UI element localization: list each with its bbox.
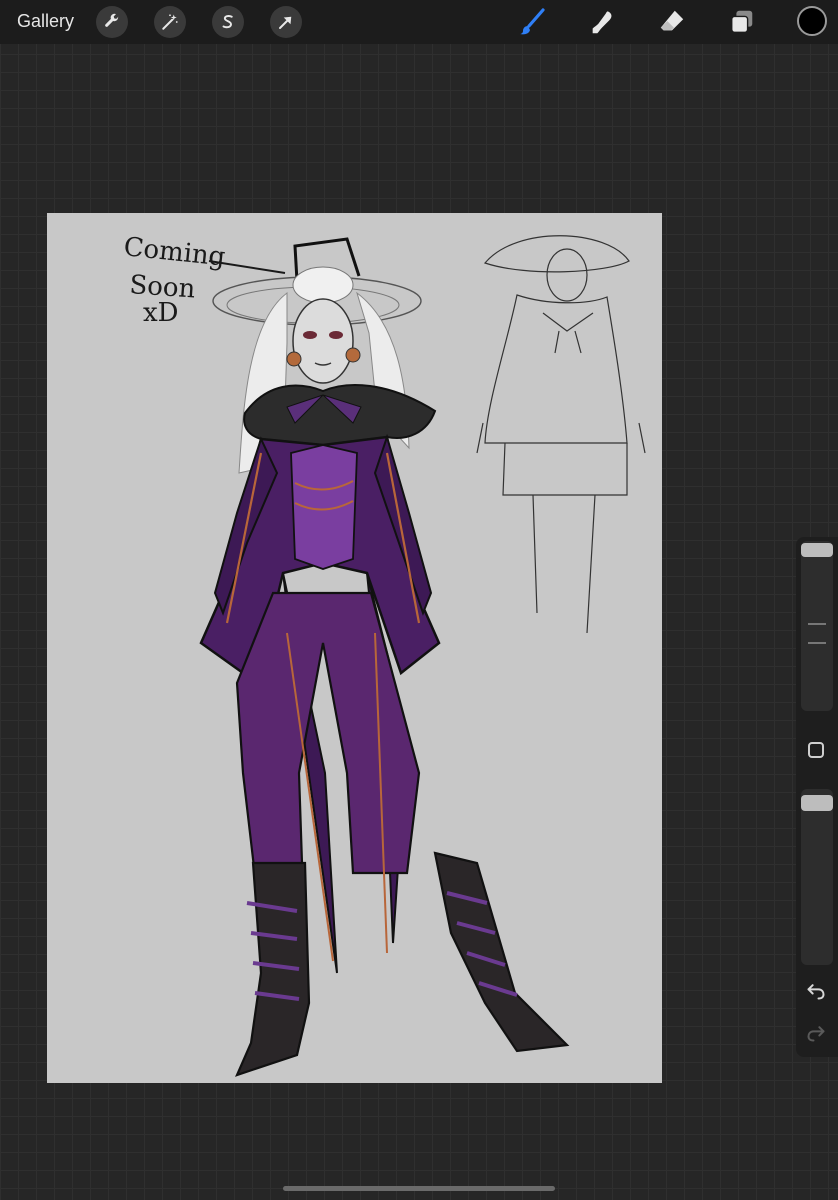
artwork: Coming Soon xD: [122, 232, 646, 1077]
secondary-sketch: [476, 235, 646, 634]
note-coming-text: Coming: [122, 232, 226, 272]
modify-square-icon[interactable]: [808, 742, 824, 758]
redo-icon: [807, 1026, 825, 1042]
actions-button[interactable]: [96, 6, 128, 38]
brush-opacity-slider[interactable]: [801, 789, 833, 965]
adjustments-button[interactable]: [154, 6, 186, 38]
top-toolbar: Gallery: [0, 0, 838, 44]
home-indicator: [283, 1186, 555, 1191]
undo-icon: [807, 984, 825, 1000]
brush-size-slider[interactable]: [801, 541, 833, 711]
selection-s-icon: [222, 15, 233, 29]
brush-sidebar: [796, 537, 838, 1057]
transform-arrow-icon: [279, 16, 292, 29]
transform-button[interactable]: [270, 6, 302, 38]
smudge-tool-button[interactable]: [586, 6, 618, 38]
layers-icon: [731, 10, 753, 33]
gallery-button[interactable]: Gallery: [17, 11, 74, 32]
drawing-canvas[interactable]: Coming Soon xD: [47, 213, 662, 1083]
magic-wand-icon: [162, 14, 178, 30]
note-xd-text: xD: [143, 298, 179, 328]
brush-size-thumb[interactable]: [801, 543, 833, 557]
redo-button[interactable]: [806, 1023, 826, 1043]
brush-icon: [520, 8, 545, 35]
undo-button[interactable]: [806, 981, 826, 1001]
eraser-tool-button[interactable]: [656, 6, 688, 38]
slider-tick: [808, 623, 826, 625]
selection-button[interactable]: [212, 6, 244, 38]
layers-button[interactable]: [726, 6, 758, 38]
wrench-icon: [105, 13, 119, 27]
color-swatch-button[interactable]: [797, 6, 827, 36]
brush-opacity-thumb[interactable]: [801, 795, 833, 811]
slider-tick: [808, 642, 826, 644]
smudge-icon: [592, 11, 612, 34]
eraser-icon: [660, 10, 684, 31]
brush-tool-button[interactable]: [516, 6, 548, 38]
